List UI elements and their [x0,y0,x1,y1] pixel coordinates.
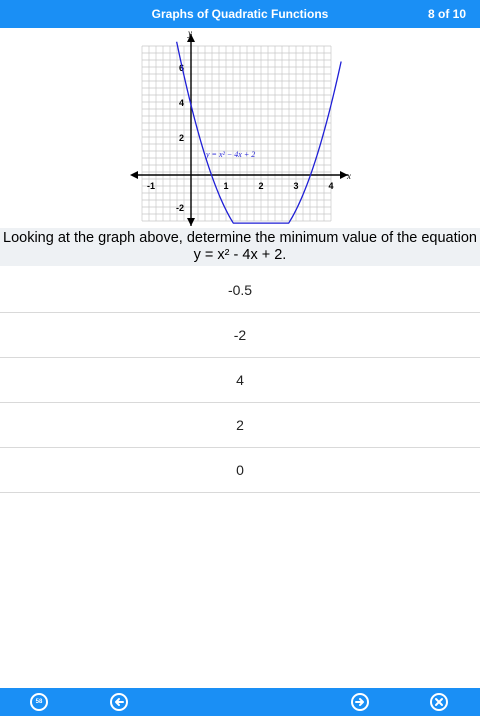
answer-option[interactable]: 4 [0,358,480,403]
question-progress: 8 of 10 [427,7,466,21]
answer-option[interactable]: 0 [0,448,480,493]
graph-svg: x y -1 1 2 3 4 6 4 2 -2 y = x² − 4x + 2 [130,28,351,226]
bottom-toolbar: 58 [0,688,480,716]
y-axis-bottom-arrow [187,218,195,226]
question-text: Looking at the graph above, determine th… [3,230,477,246]
question-equation: y = x² - 4x + 2. [193,247,287,263]
answer-option[interactable]: 2 [0,403,480,448]
answer-option[interactable]: -0.5 [0,268,480,313]
y-axis-label: y [187,28,192,38]
y-tick-label: 2 [179,133,184,143]
parabola-curve [176,41,342,224]
equation-label: y = x² − 4x + 2 [205,150,255,159]
y-tick-label: -2 [176,203,184,213]
x-tick-label: 2 [258,181,263,191]
back-arrow-icon[interactable] [110,693,128,711]
question-panel: Looking at the graph above, determine th… [0,228,480,266]
answer-option[interactable]: -2 [0,313,480,358]
timer-counter: 58 [35,699,43,705]
page-title: Graphs of Quadratic Functions [151,7,329,21]
x-tick-label: 3 [293,181,298,191]
x-axis-left-arrow [130,171,138,179]
quadratic-graph: x y -1 1 2 3 4 6 4 2 -2 y = x² − 4x + 2 [120,28,360,226]
y-tick-label: 4 [179,98,184,108]
answer-list: -0.5 -2 4 2 0 [0,268,480,493]
close-icon[interactable] [430,693,448,711]
x-tick-label: 1 [223,181,228,191]
top-bar: Graphs of Quadratic Functions 8 of 10 [0,0,480,28]
forward-arrow-icon[interactable] [351,693,369,711]
x-tick-label: 4 [328,181,333,191]
x-axis-label: x [346,171,351,181]
stopwatch-icon[interactable]: 58 [30,693,48,711]
x-tick-label: -1 [147,181,155,191]
